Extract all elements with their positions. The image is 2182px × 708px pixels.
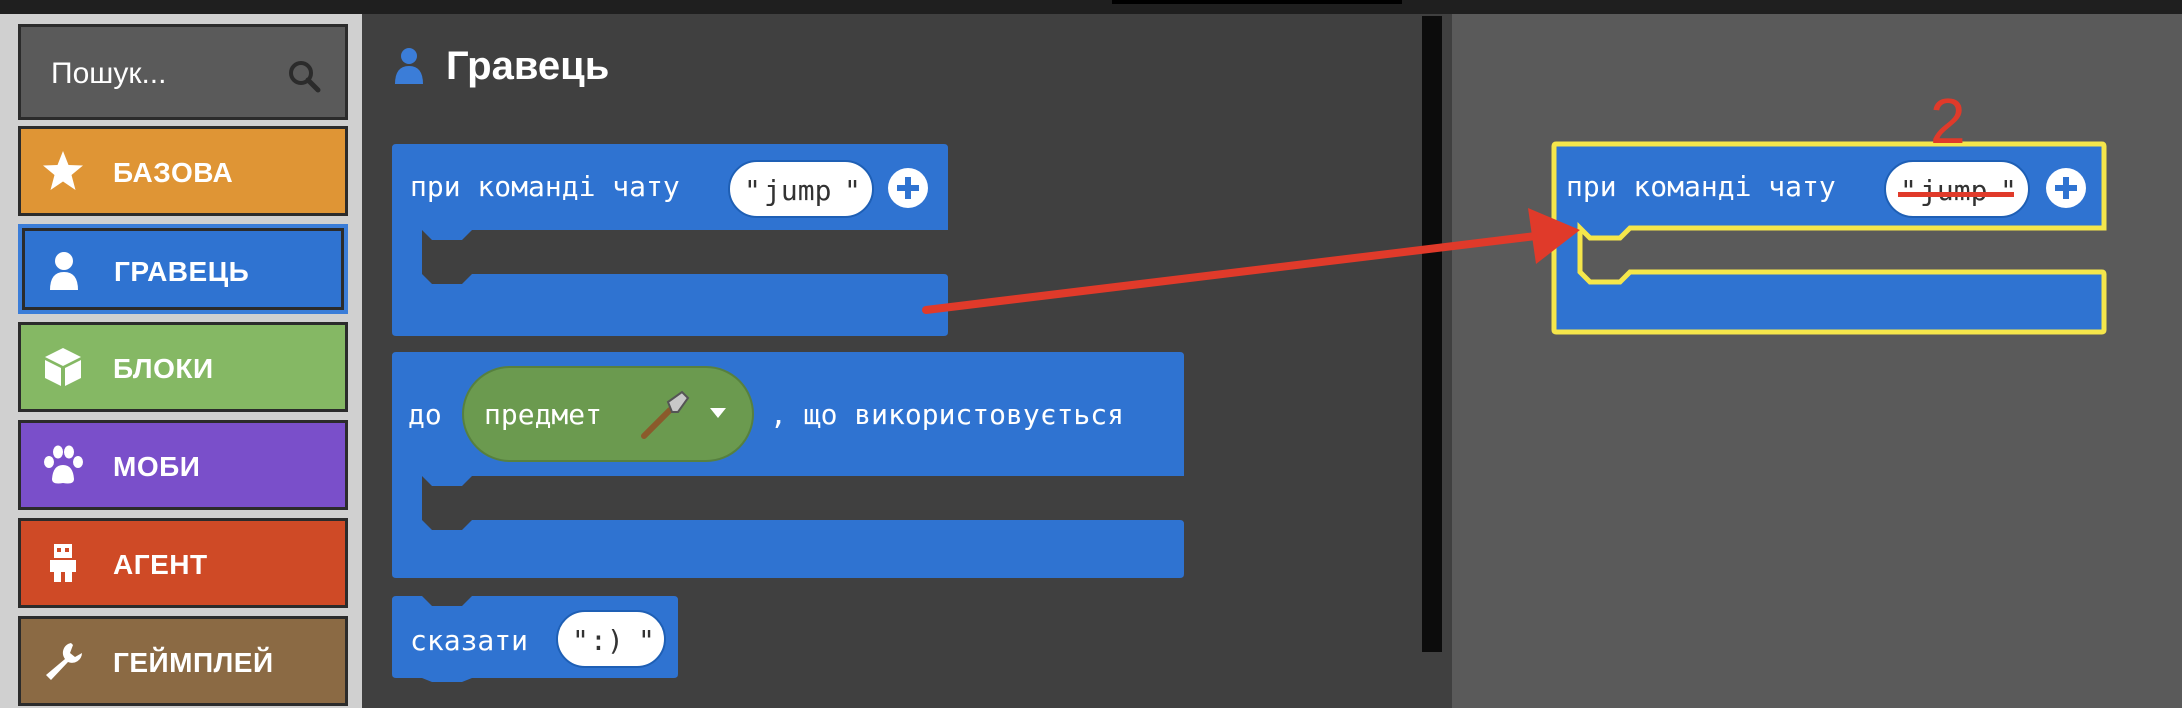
annotation-arrow — [922, 208, 1580, 314]
